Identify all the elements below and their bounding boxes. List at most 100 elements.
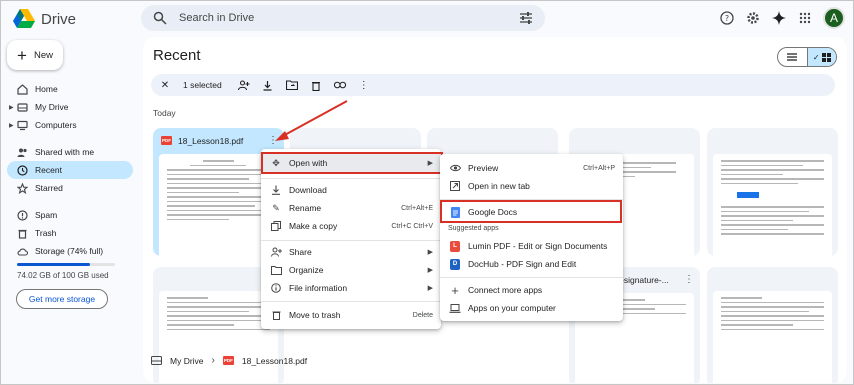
search-options-icon[interactable] bbox=[519, 11, 533, 25]
file-name: 18_Lesson18.pdf bbox=[178, 135, 244, 146]
menu-item-label: File information bbox=[289, 283, 348, 293]
sidebar-item-home[interactable]: Home bbox=[7, 80, 133, 98]
account-avatar[interactable]: A bbox=[823, 7, 845, 29]
submenu-item-computer-apps[interactable]: Apps on your computer bbox=[440, 300, 623, 316]
clock-icon bbox=[17, 164, 28, 176]
sidebar-item-label: Trash bbox=[35, 228, 57, 238]
shortcut-hint: Ctrl+C Ctrl+V bbox=[391, 222, 433, 230]
list-view-button[interactable] bbox=[778, 48, 807, 66]
file-card[interactable] bbox=[707, 267, 838, 383]
sidebar-nav: Home ▶ My Drive ▶ Computers Shared with … bbox=[7, 80, 133, 260]
menu-item-label: Open in new tab bbox=[468, 181, 530, 191]
open-with-submenu: Preview Ctrl+Alt+P Open in new tab Googl… bbox=[440, 154, 623, 321]
menu-item-label: Preview bbox=[468, 163, 499, 173]
menu-item-move-to-trash[interactable]: Move to trash Delete bbox=[261, 307, 441, 323]
menu-item-label: Rename bbox=[289, 203, 322, 213]
rename-pencil-icon: ✎ bbox=[272, 202, 280, 213]
apps-grid-icon[interactable] bbox=[797, 10, 813, 26]
sidebar-item-label: Shared with me bbox=[35, 147, 95, 157]
menu-item-label: Lumin PDF - Edit or Sign Documents bbox=[468, 241, 608, 251]
submenu-arrow-icon: ▶ bbox=[427, 249, 433, 256]
search-bar[interactable]: Search in Drive bbox=[141, 5, 545, 31]
sidebar-item-label: Spam bbox=[35, 210, 58, 220]
submenu-item-lumin[interactable]: L Lumin PDF - Edit or Sign Documents bbox=[440, 238, 623, 254]
menu-item-organize[interactable]: Organize ▶ bbox=[261, 262, 441, 278]
file-thumbnail bbox=[713, 154, 832, 256]
thumbnail-text-lines bbox=[721, 160, 824, 187]
file-card-header: -signature-... ⋮ bbox=[621, 274, 694, 285]
new-button[interactable]: + New bbox=[7, 40, 63, 70]
menu-item-label: Move to trash bbox=[289, 310, 341, 320]
search-input[interactable]: Search in Drive bbox=[179, 12, 519, 24]
sidebar-item-shared[interactable]: Shared with me bbox=[7, 143, 133, 161]
grid-view-button[interactable]: ✓ bbox=[806, 48, 836, 66]
menu-item-open-with[interactable]: ✥ Open with ▶ bbox=[261, 154, 441, 172]
sidebar-item-computers[interactable]: ▶ Computers bbox=[7, 116, 133, 134]
submenu-item-new-tab[interactable]: Open in new tab bbox=[440, 178, 623, 194]
sidebar-item-label: Storage (74% full) bbox=[35, 246, 104, 256]
menu-item-label: Apps on your computer bbox=[468, 303, 556, 313]
submenu-item-dochub[interactable]: D DocHub - PDF Sign and Edit bbox=[440, 256, 623, 272]
menu-item-share[interactable]: Share ▶ bbox=[261, 244, 441, 260]
sidebar-item-label: Computers bbox=[35, 120, 77, 130]
info-icon bbox=[269, 283, 283, 293]
submenu-item-google-docs[interactable]: Google Docs bbox=[440, 204, 623, 220]
eye-preview-icon bbox=[448, 164, 462, 172]
section-header-today: Today bbox=[153, 108, 176, 118]
sidebar-item-recent[interactable]: Recent bbox=[7, 161, 133, 179]
annotation-arrow-icon bbox=[275, 100, 348, 141]
sidebar-item-storage[interactable]: Storage (74% full) bbox=[7, 242, 133, 260]
menu-item-file-info[interactable]: File information ▶ bbox=[261, 280, 441, 296]
file-more-actions-icon[interactable]: ⋮ bbox=[684, 274, 694, 285]
trash-icon bbox=[269, 310, 283, 320]
check-icon: ✓ bbox=[812, 52, 820, 62]
expand-caret-icon[interactable]: ▶ bbox=[9, 104, 14, 111]
storage-progress-fill bbox=[17, 263, 90, 266]
shortcut-hint: Delete bbox=[412, 311, 433, 319]
menu-item-make-copy[interactable]: Make a copy Ctrl+C Ctrl+V bbox=[261, 218, 441, 234]
home-icon bbox=[17, 83, 28, 95]
breadcrumb-file[interactable]: 18_Lesson18.pdf bbox=[242, 356, 307, 366]
file-name: -signature-... bbox=[621, 274, 669, 285]
expand-caret-icon[interactable]: ▶ bbox=[9, 122, 14, 129]
move-folder-icon[interactable] bbox=[285, 79, 298, 91]
submenu-item-preview[interactable]: Preview Ctrl+Alt+P bbox=[440, 160, 623, 176]
sidebar-item-spam[interactable]: Spam bbox=[7, 206, 133, 224]
menu-item-label: Connect more apps bbox=[468, 285, 543, 295]
menu-item-download[interactable]: Download bbox=[261, 182, 441, 198]
menu-item-rename[interactable]: ✎ Rename Ctrl+Alt+E bbox=[261, 200, 441, 216]
shortcut-hint: Ctrl+Alt+P bbox=[583, 164, 615, 172]
sidebar-item-starred[interactable]: Starred bbox=[7, 179, 133, 197]
menu-item-label: Share bbox=[289, 247, 312, 257]
submenu-item-connect-apps[interactable]: + Connect more apps bbox=[440, 282, 623, 298]
clear-selection-close-icon[interactable]: ✕ bbox=[159, 79, 171, 91]
delete-trash-icon[interactable] bbox=[310, 79, 322, 91]
drive-logo[interactable]: Drive bbox=[13, 9, 76, 29]
sidebar-item-label: Starred bbox=[35, 183, 63, 193]
plus-icon: + bbox=[17, 45, 27, 65]
plus-icon: + bbox=[451, 282, 459, 298]
app-name: Drive bbox=[41, 10, 77, 28]
settings-gear-icon[interactable] bbox=[745, 10, 761, 26]
more-actions-vertical-dots-icon[interactable]: ⋮ bbox=[358, 79, 370, 91]
list-icon bbox=[787, 53, 798, 61]
sidebar-item-label: My Drive bbox=[35, 102, 69, 112]
thumbnail-text-lines bbox=[167, 160, 270, 223]
people-icon bbox=[17, 147, 28, 158]
sidebar-item-my-drive[interactable]: ▶ My Drive bbox=[7, 98, 133, 116]
copy-link-icon[interactable] bbox=[333, 79, 346, 91]
download-icon[interactable] bbox=[262, 79, 274, 91]
move-arrows-icon: ✥ bbox=[272, 157, 280, 168]
menu-item-label: Organize bbox=[289, 265, 324, 275]
help-icon[interactable]: ? bbox=[719, 10, 735, 26]
breadcrumb-root[interactable]: My Drive bbox=[170, 356, 204, 366]
submenu-arrow-icon: ▶ bbox=[427, 267, 433, 274]
folder-organize-icon bbox=[269, 265, 283, 275]
star-icon bbox=[17, 182, 28, 194]
sidebar-item-trash[interactable]: Trash bbox=[7, 224, 133, 242]
suggested-apps-heading: Suggested apps bbox=[448, 225, 499, 232]
share-add-person-icon[interactable] bbox=[237, 79, 250, 91]
gemini-sparkle-icon[interactable] bbox=[771, 10, 787, 26]
get-more-storage-button[interactable]: Get more storage bbox=[16, 289, 108, 309]
file-card[interactable] bbox=[707, 128, 838, 256]
